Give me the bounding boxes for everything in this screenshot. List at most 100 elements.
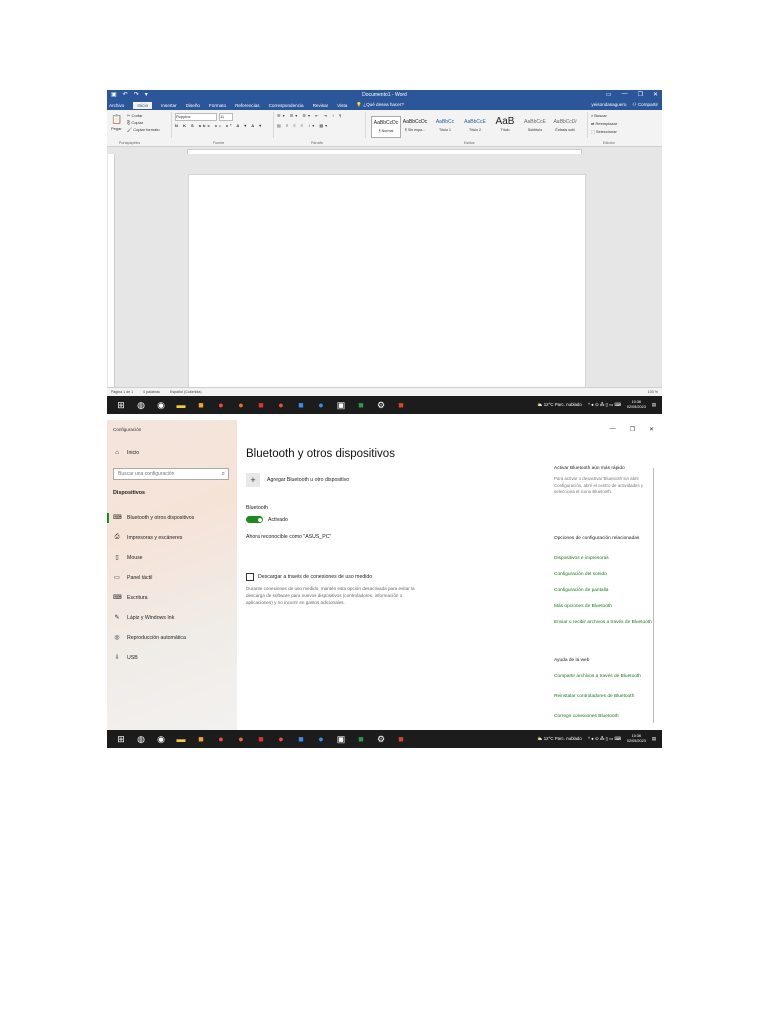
chevron-down-icon[interactable]: ▾ xyxy=(145,91,148,98)
replace-button[interactable]: ⇄ Reemplazar xyxy=(591,121,617,126)
app-icon[interactable]: ■ xyxy=(195,733,207,745)
redo-icon[interactable]: ↷ xyxy=(134,91,139,98)
copy-button[interactable]: ⎘ Copiar xyxy=(127,120,143,125)
word-count[interactable]: 0 palabras xyxy=(143,390,160,394)
sidebar-item-usb[interactable]: ⇩ USB xyxy=(113,654,137,662)
style-title[interactable]: AaB Título xyxy=(491,116,519,136)
select-button[interactable]: ⬚ Seleccionar xyxy=(591,129,617,134)
checkbox[interactable] xyxy=(246,573,254,581)
chrome-icon[interactable]: ● xyxy=(275,399,287,411)
minimize-icon[interactable]: — xyxy=(610,426,616,433)
ribbon-options-icon[interactable]: ▭ xyxy=(606,91,612,98)
notifications-icon[interactable]: ▤ xyxy=(652,736,656,742)
sidebar-item-bluetooth[interactable]: ⌨ Bluetooth y otros dispositivos xyxy=(113,514,194,522)
clock[interactable]: 10:36 02/05/2023 xyxy=(627,400,646,410)
chrome-icon[interactable]: ● xyxy=(215,399,227,411)
scrollbar[interactable] xyxy=(653,468,654,723)
style-subtitle[interactable]: AaBbCcE Subtítulo xyxy=(521,116,549,136)
start-icon[interactable]: ⊞ xyxy=(115,399,127,411)
tab-formato[interactable]: Formato xyxy=(209,103,226,108)
app-icon[interactable]: ■ xyxy=(195,399,207,411)
chrome-icon[interactable]: ● xyxy=(215,733,227,745)
sidebar-item-typing[interactable]: ⌨ Escritura xyxy=(113,594,147,602)
format-painter-button[interactable]: 🖌 Copiar formato xyxy=(127,127,160,132)
link-fix-connections[interactable]: Corregir conexiones Bluetooth xyxy=(554,713,658,720)
app-icon[interactable]: ▣ xyxy=(335,399,347,411)
page-count[interactable]: Página 1 de 1 xyxy=(111,390,133,394)
task-view-icon[interactable]: ◉ xyxy=(155,733,167,745)
close-icon[interactable]: ✕ xyxy=(653,91,658,98)
sidebar-item-home[interactable]: ⌂ Inicio xyxy=(113,450,139,456)
paste-icon[interactable]: 📋 xyxy=(111,114,122,125)
link-display-settings[interactable]: Configuración de pantalla xyxy=(554,587,658,594)
weather-widget[interactable]: ⛅ 12°C Parc. nublado xyxy=(537,402,582,408)
zoom-level[interactable]: 100 % xyxy=(648,390,658,394)
start-icon[interactable]: ⊞ xyxy=(115,733,127,745)
bluetooth-toggle[interactable]: Activado xyxy=(246,516,288,523)
app-icon[interactable]: ■ xyxy=(295,399,307,411)
paste-button[interactable]: Pegar xyxy=(111,126,122,131)
sidebar-item-printers[interactable]: ⎙ Impresoras y escáneres xyxy=(113,534,183,541)
style-heading-1[interactable]: AaBbCc Título 1 xyxy=(431,116,459,136)
user-name[interactable]: yeisondasaguero xyxy=(591,102,626,108)
chrome-icon[interactable]: ● xyxy=(275,733,287,745)
powerpoint-icon[interactable]: ■ xyxy=(395,733,407,745)
tray-icons[interactable]: ^ ● ⊙ ⁂ ▯ ▭ ⌨ xyxy=(588,402,621,408)
weather-widget[interactable]: ⛅ 12°C Parc. nublado xyxy=(537,736,582,742)
tab-insertar[interactable]: Insertar xyxy=(161,103,177,108)
tab-inicio[interactable]: Inicio xyxy=(133,101,153,109)
maximize-icon[interactable]: ❐ xyxy=(638,91,643,98)
settings-icon[interactable]: ⚙ xyxy=(375,733,387,745)
font-format-buttons[interactable]: N K S abc x₂ x² A ▾ A ▾ xyxy=(175,123,263,128)
maximize-icon[interactable]: ❐ xyxy=(630,426,635,433)
app-icon[interactable]: ▣ xyxy=(335,733,347,745)
app-icon[interactable]: ■ xyxy=(255,733,267,745)
sidebar-item-autoplay[interactable]: ◎ Reproducción automática xyxy=(113,634,185,642)
font-name-select[interactable]: Poppins xyxy=(175,113,217,121)
app-icon[interactable]: ■ xyxy=(255,399,267,411)
sidebar-item-mouse[interactable]: ▯ Mouse xyxy=(113,554,142,562)
sidebar-item-touchpad[interactable]: ▭ Panel táctil xyxy=(113,574,152,582)
link-share-files[interactable]: Compartir archivos a través de Bluetooth xyxy=(554,673,658,680)
sidebar-item-pen[interactable]: ✎ Lápiz y Windows Ink xyxy=(113,614,174,622)
close-icon[interactable]: ✕ xyxy=(649,426,654,433)
toggle-switch[interactable] xyxy=(246,516,263,523)
tab-revisar[interactable]: Revisar xyxy=(313,103,329,108)
minimize-icon[interactable]: — xyxy=(622,91,628,98)
excel-icon[interactable]: ■ xyxy=(355,733,367,745)
metered-checkbox[interactable]: Descargar a través de conexiones de uso … xyxy=(246,573,372,581)
share-button[interactable]: ⚇ Compartir xyxy=(632,102,658,108)
file-explorer-icon[interactable]: ▬ xyxy=(175,733,187,745)
app-icon[interactable]: ■ xyxy=(295,733,307,745)
link-sound-settings[interactable]: Configuración del sonido xyxy=(554,571,658,578)
link-more-bluetooth[interactable]: Más opciones de Bluetooth xyxy=(554,603,658,610)
tell-me-search[interactable]: 💡 ¿Qué desea hacer? xyxy=(356,102,404,108)
file-explorer-icon[interactable]: ▬ xyxy=(175,399,187,411)
clock[interactable]: 10:36 02/05/2023 xyxy=(627,734,646,744)
list-buttons[interactable]: ☰▾ ☰▾ ☰▾ ⇤ ⇥ ↕ ¶ xyxy=(277,113,343,118)
settings-icon[interactable]: ⚙ xyxy=(375,399,387,411)
undo-icon[interactable]: ↶ xyxy=(123,91,128,98)
style-no-spacing[interactable]: AaBbCcDc ¶ Sin espa... xyxy=(401,116,429,136)
tray-icons[interactable]: ^ ● ⊙ ⁂ ▯ ▭ ⌨ xyxy=(588,736,621,742)
language-status[interactable]: Español (Colombia) xyxy=(170,390,202,394)
search-icon[interactable]: ◍ xyxy=(135,733,147,745)
firefox-icon[interactable]: ● xyxy=(235,733,247,745)
style-subtle-emphasis[interactable]: AaBbCcDi Énfasis sutil xyxy=(551,116,579,136)
edge-icon[interactable]: ● xyxy=(315,733,327,745)
cut-button[interactable]: ✂ Cortar xyxy=(127,113,143,118)
style-normal[interactable]: AaBbCcDc ¶ Normal xyxy=(371,116,401,138)
link-send-receive-files[interactable]: Enviar o recibir archivos a través de Bl… xyxy=(554,619,658,626)
firefox-icon[interactable]: ● xyxy=(235,399,247,411)
font-size-select[interactable]: 11 xyxy=(219,113,233,121)
style-heading-2[interactable]: AaBbCcE Título 2 xyxy=(461,116,489,136)
tab-vista[interactable]: Vista xyxy=(337,103,347,108)
tab-referencias[interactable]: Referencias xyxy=(235,103,260,108)
link-devices-printers[interactable]: Dispositivos e impresoras xyxy=(554,555,658,562)
save-icon[interactable]: ▣ xyxy=(111,91,117,98)
find-button[interactable]: ⌕ Buscar xyxy=(591,113,607,118)
notifications-icon[interactable]: ▤ xyxy=(652,402,656,408)
tab-archivo[interactable]: Archivo xyxy=(109,103,124,108)
task-view-icon[interactable]: ◉ xyxy=(155,399,167,411)
link-reinstall-drivers[interactable]: Reinstalar controladores de Bluetooth xyxy=(554,693,658,700)
